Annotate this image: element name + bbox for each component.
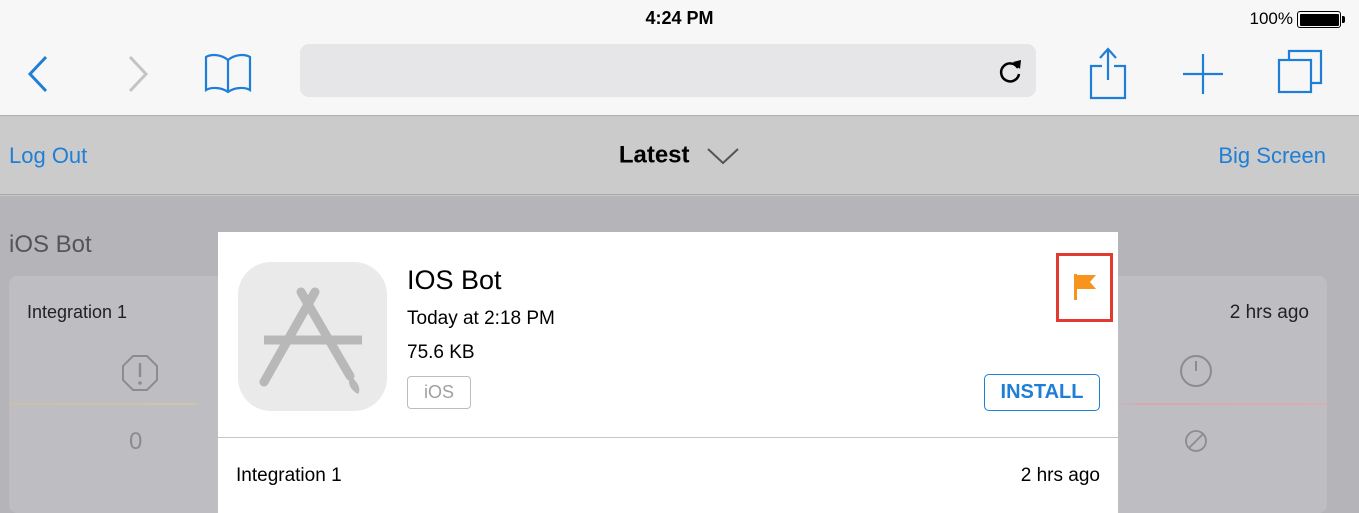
modal-divider — [218, 437, 1118, 438]
back-icon[interactable] — [26, 54, 52, 94]
integration-time: 2 hrs ago — [1020, 465, 1100, 486]
install-button[interactable]: INSTALL — [984, 374, 1100, 411]
tabs-icon[interactable] — [1276, 48, 1324, 96]
build-size: 75.6 KB — [407, 342, 475, 363]
no-entry-icon — [1185, 430, 1207, 452]
bookmarks-icon[interactable] — [203, 52, 253, 94]
battery-percent: 100% — [1249, 9, 1293, 28]
build-date: Today at 2:18 PM — [407, 308, 555, 329]
app-icon — [238, 262, 387, 411]
flag-button[interactable] — [1056, 253, 1113, 322]
section-title: iOS Bot — [9, 231, 92, 258]
reload-icon[interactable] — [996, 56, 1026, 86]
page-nav-bar: Log Out Latest Big Screen — [0, 117, 1359, 195]
integration-label: Integration 1 — [236, 465, 342, 486]
battery-icon — [1297, 11, 1341, 28]
app-store-icon — [259, 287, 362, 394]
page-title: Latest — [618, 141, 690, 169]
platform-tag: iOS — [407, 376, 471, 409]
build-detail-modal: IOS Bot Today at 2:18 PM 75.6 KB iOS INS… — [218, 232, 1118, 513]
flag-icon — [1074, 274, 1096, 300]
big-screen-link[interactable]: Big Screen — [1218, 143, 1326, 169]
battery-nub — [1342, 16, 1345, 23]
clock-icon — [1180, 355, 1212, 387]
warning-icon — [122, 355, 158, 391]
share-icon[interactable] — [1088, 44, 1128, 102]
filter-dropdown[interactable]: Latest — [0, 141, 1359, 170]
address-bar[interactable] — [300, 44, 1036, 97]
chevron-down-icon — [707, 147, 739, 165]
bot-card-label: Integration 1 — [27, 302, 128, 322]
issue-count: 0 — [129, 428, 143, 455]
browser-toolbar — [0, 36, 1359, 116]
forward-icon[interactable] — [124, 54, 150, 94]
new-tab-icon[interactable] — [1181, 52, 1225, 96]
status-time: 4:24 PM — [645, 8, 714, 28]
status-bar: 4:24 PM 100% — [0, 0, 1359, 36]
bot-card-time: 2 hrs ago — [1229, 302, 1309, 323]
app-name: IOS Bot — [407, 265, 502, 295]
